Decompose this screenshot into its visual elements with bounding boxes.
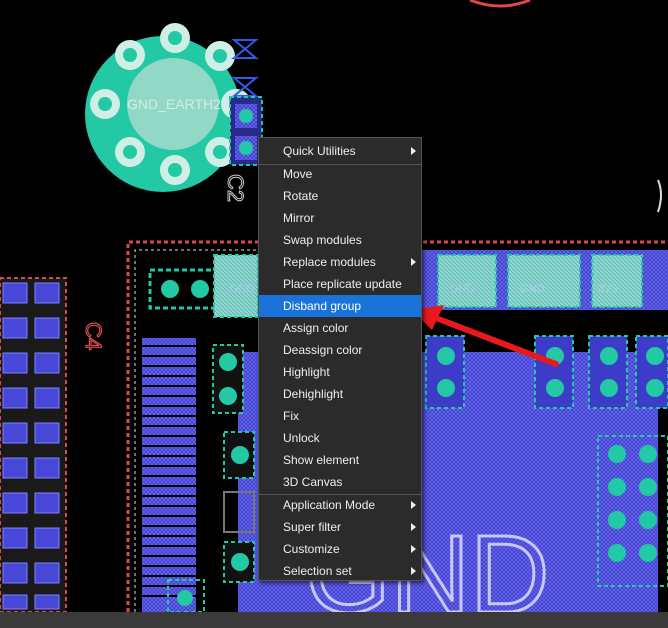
- menu-label: Super filter: [283, 520, 342, 534]
- menu-label: Application Mode: [283, 498, 376, 512]
- submenu-arrow-icon: [411, 147, 416, 155]
- submenu-arrow-icon: [411, 501, 416, 509]
- menu-item-mirror[interactable]: Mirror: [259, 207, 421, 229]
- menu-item-quick-utilities[interactable]: Quick Utilities: [259, 140, 421, 162]
- menu-item-replace-modules[interactable]: Replace modules: [259, 251, 421, 273]
- menu-item-fix[interactable]: Fix: [259, 405, 421, 427]
- menu-label: Dehighlight: [283, 387, 344, 401]
- menu-item-swap-modules[interactable]: Swap modules: [259, 229, 421, 251]
- submenu-arrow-icon: [411, 523, 416, 531]
- menu-label: Mirror: [283, 211, 315, 225]
- fine-pitch-ic[interactable]: [142, 338, 205, 613]
- menu-label: Show element: [283, 453, 360, 467]
- submenu-arrow-icon: [411, 258, 416, 266]
- menu-label: Move: [283, 167, 313, 181]
- menu-item-super-filter[interactable]: Super filter: [259, 516, 421, 538]
- menu-item-application-mode[interactable]: Application Mode: [259, 494, 421, 516]
- menu-label: Place replicate update: [283, 277, 402, 291]
- menu-item-rotate[interactable]: Rotate: [259, 185, 421, 207]
- menu-item-customize[interactable]: Customize: [259, 538, 421, 560]
- menu-item-unlock[interactable]: Unlock: [259, 427, 421, 449]
- menu-label: Fix: [283, 409, 299, 423]
- menu-label: Quick Utilities: [283, 144, 356, 158]
- menu-item-move[interactable]: Move: [259, 163, 421, 185]
- submenu-arrow-icon: [411, 545, 416, 553]
- menu-label: Selection set: [283, 564, 352, 578]
- pad-label-4: 3V3: [598, 283, 618, 295]
- component-label: GND_EARTH2: [127, 96, 221, 112]
- menu-item-show-element[interactable]: Show element: [259, 449, 421, 471]
- menu-label: Customize: [283, 542, 340, 556]
- menu-item-deassign-color[interactable]: Deassign color: [259, 339, 421, 361]
- menu-label: Assign color: [283, 321, 349, 335]
- menu-label: Swap modules: [283, 233, 362, 247]
- menu-item-assign-color[interactable]: Assign color: [259, 317, 421, 339]
- pad-label-2: GND: [450, 283, 475, 295]
- status-bar: [0, 612, 668, 628]
- partial-components: [469, 0, 662, 213]
- pad-label-3: GND: [520, 283, 545, 295]
- menu-label: Replace modules: [283, 255, 376, 269]
- menu-label: Unlock: [283, 431, 320, 445]
- pad-label-1: GND: [230, 283, 255, 295]
- submenu-arrow-icon: [411, 567, 416, 575]
- menu-item-disband-group[interactable]: Disband group: [259, 295, 421, 317]
- designator-c2: C2: [223, 174, 248, 202]
- menu-item-3d-canvas[interactable]: 3D Canvas: [259, 471, 421, 493]
- menu-item-selection-set[interactable]: Selection set: [259, 560, 421, 582]
- menu-item-dehighlight[interactable]: Dehighlight: [259, 383, 421, 405]
- menu-item-highlight[interactable]: Highlight: [259, 361, 421, 383]
- context-menu: Quick Utilities Move Rotate Mirror Swap …: [258, 137, 422, 581]
- menu-label: Rotate: [283, 189, 319, 203]
- menu-label: 3D Canvas: [283, 475, 343, 489]
- menu-label: Highlight: [283, 365, 330, 379]
- menu-label: Disband group: [283, 299, 362, 313]
- menu-item-place-replicate-update[interactable]: Place replicate update: [259, 273, 421, 295]
- left-header-connector[interactable]: [0, 277, 67, 613]
- designator-c4: C4: [81, 322, 106, 350]
- menu-label: Deassign color: [283, 343, 363, 357]
